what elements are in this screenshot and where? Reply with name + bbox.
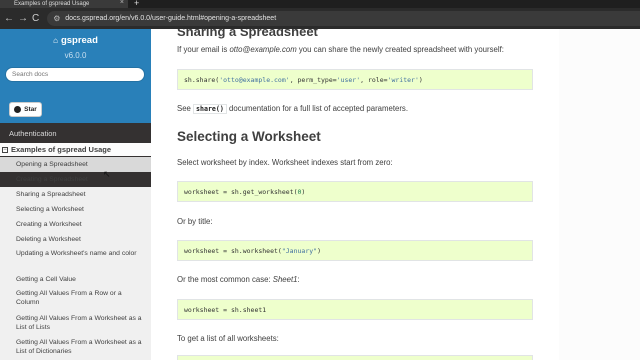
- sidebar-item-creating-spreadsheet[interactable]: Creating a Spreadsheet: [0, 172, 151, 187]
- code-block-title: worksheet = sh.worksheet("January"): [177, 240, 533, 261]
- address-bar[interactable]: ⚙ docs.gspread.org/en/v6.0.0/user-guide.…: [47, 11, 640, 26]
- github-star-button[interactable]: Star: [9, 102, 42, 117]
- index-paragraph: Select worksheet by index. Worksheet ind…: [177, 158, 393, 167]
- see-paragraph: See share() documentation for a full lis…: [177, 104, 408, 114]
- browser-toolbar: ← → C ⚙ docs.gspread.org/en/v6.0.0/user-…: [0, 8, 640, 29]
- right-gutter: [559, 29, 640, 360]
- sidebar-item-list-of-lists[interactable]: Getting All Values From a Worksheet as a…: [0, 310, 151, 334]
- share-code-link[interactable]: share(): [193, 104, 227, 114]
- code-block-sheet1: worksheet = sh.sheet1: [177, 299, 533, 320]
- code-block-list-partial: [177, 355, 533, 360]
- home-icon: ⌂: [53, 36, 58, 45]
- new-tab-icon[interactable]: +: [134, 0, 139, 8]
- sidebar-item-creating-worksheet[interactable]: Creating a Worksheet: [0, 217, 151, 232]
- common-post: :: [297, 275, 300, 284]
- collapse-icon[interactable]: −: [2, 146, 8, 153]
- current-section-label: Examples of gspread Usage: [11, 145, 112, 154]
- title-paragraph: Or by title:: [177, 217, 213, 226]
- code-share-email: 'otto@example.com': [219, 75, 290, 84]
- brand-name: gspread: [60, 35, 98, 46]
- browser-tab[interactable]: Examples of gspread Usage ×: [0, 0, 128, 8]
- forward-icon[interactable]: →: [18, 13, 28, 24]
- code-share-perm-value: 'user': [336, 75, 361, 84]
- sidebar-item-list-of-dicts[interactable]: Getting All Values From a Worksheet as a…: [0, 334, 151, 358]
- see-pre: See: [177, 104, 194, 113]
- sidebar-item-deleting-worksheet[interactable]: Deleting a Worksheet: [0, 232, 151, 247]
- search-input[interactable]: [5, 67, 145, 82]
- browser-tab-bar: Examples of gspread Usage × +: [0, 0, 640, 8]
- reload-icon[interactable]: C: [32, 13, 39, 24]
- sidebar-current-section[interactable]: − Examples of gspread Usage: [0, 143, 151, 156]
- code-index-close: ): [301, 187, 306, 196]
- sidebar-item-row-column[interactable]: Getting All Values From a Row or a Colum…: [0, 286, 151, 310]
- sidebar-item-authentication[interactable]: Authentication: [9, 129, 57, 138]
- url-text: docs.gspread.org/en/v6.0.0/user-guide.ht…: [65, 15, 277, 22]
- star-label: Star: [24, 106, 37, 113]
- code-share-perm-arg: , perm_type=: [289, 75, 337, 84]
- github-icon: [14, 106, 22, 113]
- section-heading-selecting: Selecting a Worksheet: [177, 129, 321, 144]
- share-email: otto@example.com: [229, 45, 297, 54]
- brand-link[interactable]: ⌂ gspread: [0, 35, 151, 46]
- mouse-cursor-icon: ↖: [103, 169, 111, 179]
- code-share-close: ): [418, 75, 423, 84]
- common-pre: Or the most common case:: [177, 275, 273, 284]
- tab-title: Examples of gspread Usage: [14, 1, 90, 7]
- share-text-pre: If your email is: [177, 45, 230, 54]
- common-paragraph: Or the most common case: Sheet1:: [177, 275, 300, 284]
- share-paragraph: If your email is otto@example.com you ca…: [177, 45, 504, 54]
- code-share-role-arg: , role=: [360, 75, 388, 84]
- see-post: documentation for a full list of accepte…: [226, 104, 408, 113]
- code-share-role-value: 'writer': [387, 75, 419, 84]
- code-block-index: worksheet = sh.get_worksheet(0): [177, 181, 533, 202]
- site-info-icon[interactable]: ⚙: [53, 14, 65, 23]
- main-content: Sharing a Spreadsheet If your email is o…: [151, 29, 559, 360]
- sidebar-sublist: Opening a Spreadsheet Creating a Spreads…: [0, 157, 151, 358]
- code-share-call: sh.share(: [184, 75, 220, 84]
- code-title-close: ): [317, 246, 321, 255]
- sidebar-item-sharing[interactable]: Sharing a Spreadsheet: [0, 187, 151, 202]
- tab-close-icon[interactable]: ×: [120, 0, 124, 7]
- sidebar-item-cell-value[interactable]: Getting a Cell Value: [0, 271, 151, 286]
- list-paragraph: To get a list of all worksheets:: [177, 334, 279, 343]
- back-icon[interactable]: ←: [4, 13, 14, 24]
- common-sheet-name: Sheet1: [272, 275, 298, 284]
- code-title-string: "January": [281, 246, 318, 255]
- sidebar: ⌂gspread v6.0.0 Star Authentication − Ex…: [0, 29, 151, 360]
- share-text-post: you can share the newly created spreadsh…: [296, 45, 504, 54]
- section-heading-sharing: Sharing a Spreadsheet: [177, 29, 318, 39]
- sidebar-item-opening[interactable]: Opening a Spreadsheet: [0, 157, 151, 172]
- code-index-call: worksheet = sh.get_worksheet(: [184, 187, 298, 196]
- sidebar-item-selecting-worksheet[interactable]: Selecting a Worksheet: [0, 202, 151, 217]
- sidebar-item-updating-worksheet[interactable]: Updating a Worksheet's name and color: [0, 247, 151, 271]
- code-title-call: worksheet = sh.worksheet(: [184, 246, 282, 255]
- version-label: v6.0.0: [64, 51, 87, 60]
- code-block-share: sh.share('otto@example.com', perm_type= '…: [177, 69, 533, 90]
